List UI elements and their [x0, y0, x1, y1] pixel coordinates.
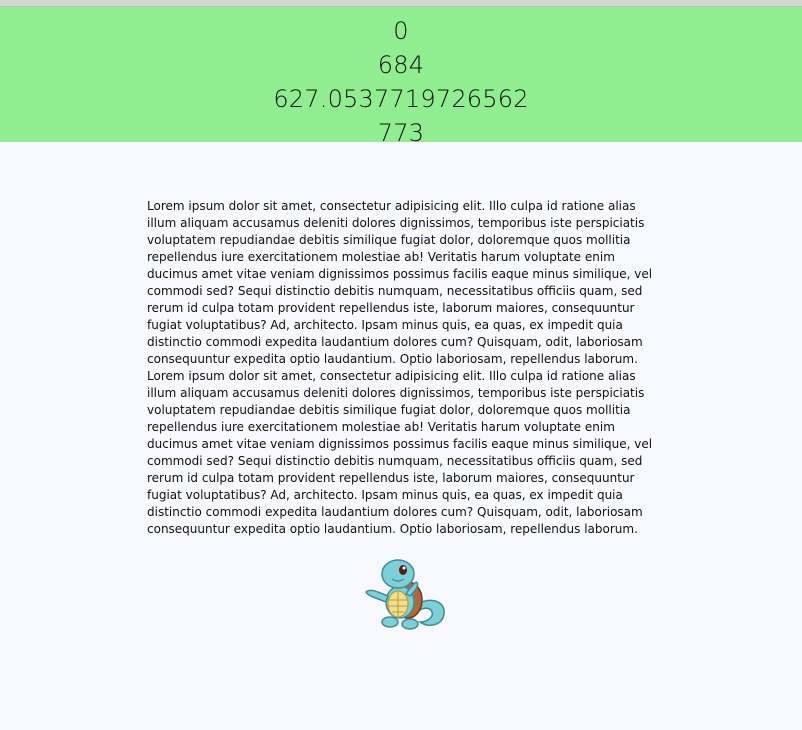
- readout-value-2: 684: [377, 51, 425, 79]
- squirtle-icon: [365, 559, 445, 630]
- readout-value-3: 627.0537719726562: [273, 85, 529, 113]
- readout-value-4: 773: [377, 119, 425, 147]
- scroll-readout-panel: 0 684 627.0537719726562 773: [0, 7, 802, 147]
- browser-top-edge: [0, 0, 802, 7]
- readout-value-1: 0: [393, 17, 409, 45]
- squirtle-image: [358, 548, 450, 640]
- lorem-paragraph: Lorem ipsum dolor sit amet, consectetur …: [147, 199, 653, 536]
